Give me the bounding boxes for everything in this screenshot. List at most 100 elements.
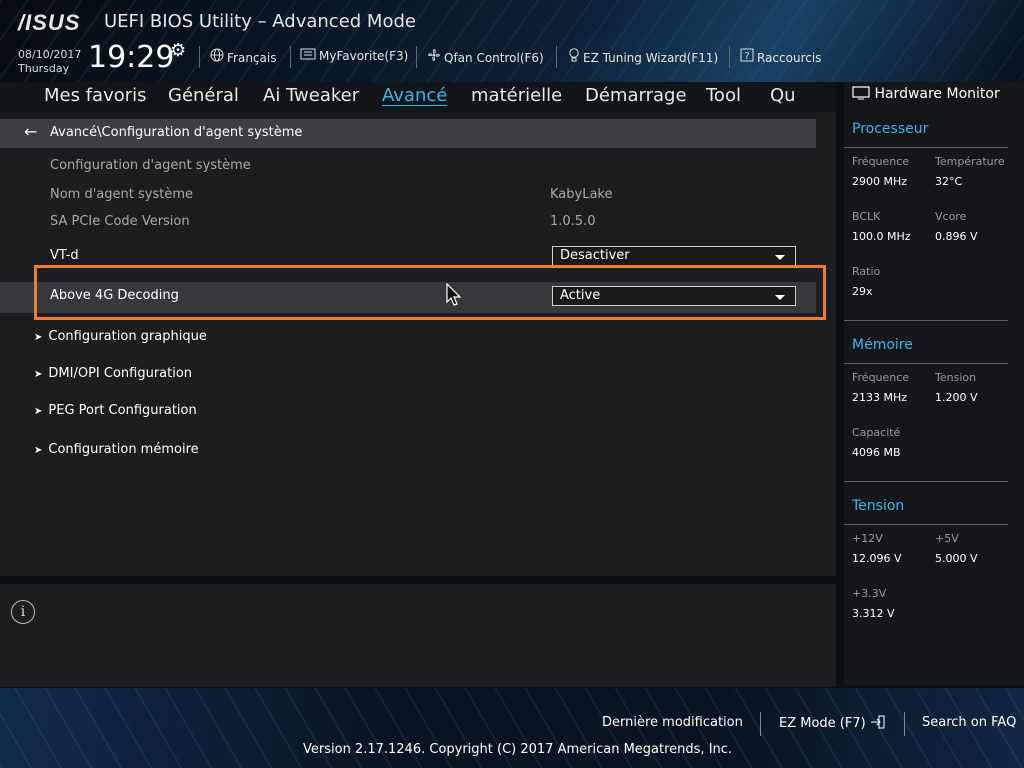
agent-name-value: KabyLake <box>550 187 613 202</box>
asus-logo: /ISUS <box>18 10 81 35</box>
tab-tool[interactable]: Tool <box>706 85 741 106</box>
monitor-icon <box>852 86 870 100</box>
submenu-label: Configuration graphique <box>48 329 207 344</box>
footer-divider <box>760 712 761 736</box>
bclk-label: BCLK <box>852 210 881 223</box>
settings-panel <box>0 112 836 576</box>
date-text: 08/10/2017 <box>18 48 82 61</box>
last-modified-button[interactable]: Dernière modification <box>602 715 743 730</box>
cpu-temp-value: 32°C <box>935 175 963 188</box>
exit-arrow-icon <box>870 715 885 729</box>
mem-freq-value: 2133 MHz <box>852 391 908 404</box>
day-text: Thursday <box>18 62 70 75</box>
v33-value: 3.312 V <box>852 607 895 620</box>
v5-value: 5.000 V <box>935 552 978 565</box>
breadcrumb: ← Avancé\Configuration d'agent système <box>0 119 816 148</box>
chevron-right-icon: ➤ <box>34 332 43 343</box>
section-divider <box>844 524 1008 525</box>
vcore-value: 0.896 V <box>935 230 978 243</box>
processor-section-title: Processeur <box>852 121 929 137</box>
ez-tuning-button[interactable]: EZ Tuning Wizard(F11) <box>568 48 718 66</box>
hardware-monitor-label: Hardware Monitor <box>874 86 1000 102</box>
svg-text:?: ? <box>744 51 749 62</box>
gear-icon[interactable]: ⚙ <box>170 40 186 61</box>
mem-capacity-label: Capacité <box>852 426 901 439</box>
mem-tension-value: 1.200 V <box>935 391 978 404</box>
memory-section-title: Mémoire <box>852 337 913 353</box>
breadcrumb-path: Avancé\Configuration d'agent système <box>50 125 303 140</box>
submenu-peg-port[interactable]: ➤ PEG Port Configuration <box>34 403 197 418</box>
help-panel <box>0 584 836 687</box>
help-icon: ? <box>740 48 754 66</box>
mem-capacity-value: 4096 MB <box>852 446 901 459</box>
v12-value: 12.096 V <box>852 552 902 565</box>
submenu-graphique[interactable]: ➤ Configuration graphique <box>34 329 207 344</box>
v12-label: +12V <box>852 532 883 545</box>
tab-general[interactable]: Général <box>168 85 239 106</box>
vcore-label: Vcore <box>935 210 967 223</box>
chevron-down-icon <box>775 255 785 260</box>
vtd-select[interactable]: Desactiver <box>552 246 796 266</box>
ratio-value: 29x <box>852 285 873 298</box>
main-tabs: Mes favoris Général Ai Tweaker Avancé ma… <box>0 82 836 112</box>
bclk-value: 100.0 MHz <box>852 230 911 243</box>
clock: 19:29 <box>88 40 175 75</box>
submenu-label: Configuration mémoire <box>48 442 199 457</box>
section-divider <box>844 320 1008 321</box>
highlight-box <box>34 265 826 320</box>
shortcuts-label: Raccourcis <box>757 51 822 65</box>
ez-mode-label: EZ Mode (F7) <box>779 716 866 731</box>
section-divider <box>844 481 1008 482</box>
app-title: UEFI BIOS Utility – Advanced Mode <box>104 11 416 32</box>
header-divider <box>556 46 557 68</box>
tab-mes-favoris[interactable]: Mes favoris <box>44 85 147 106</box>
submenu-label: DMI/OPI Configuration <box>48 366 193 381</box>
search-faq-button[interactable]: Search on FAQ <box>922 715 1016 730</box>
tab-avance[interactable]: Avancé <box>382 85 447 106</box>
pcie-version-value: 1.0.5.0 <box>550 214 596 229</box>
vtd-label: VT-d <box>50 248 79 263</box>
qfan-label: Qfan Control(F6) <box>444 51 544 65</box>
agent-name-label: Nom d'agent système <box>50 187 193 202</box>
cpu-temp-label: Température <box>935 155 1005 168</box>
info-icon: i <box>11 600 35 624</box>
header-divider <box>199 46 200 68</box>
ez-mode-button[interactable]: EZ Mode (F7) <box>779 715 886 731</box>
submenu-memoire[interactable]: ➤ Configuration mémoire <box>34 442 199 457</box>
bulb-icon <box>568 48 580 66</box>
vtd-select-value: Desactiver <box>560 248 630 263</box>
myfavorite-label: MyFavorite(F3) <box>319 49 409 63</box>
hardware-monitor-title: Hardware Monitor <box>852 86 1000 102</box>
language-label: Français <box>227 51 277 65</box>
shortcuts-button[interactable]: ? Raccourcis <box>740 48 821 66</box>
voltage-section-title: Tension <box>852 498 905 514</box>
submenu-dmi-opi[interactable]: ➤ DMI/OPI Configuration <box>34 366 192 381</box>
tab-ai-tweaker[interactable]: Ai Tweaker <box>263 85 359 106</box>
back-arrow-icon[interactable]: ← <box>24 122 37 141</box>
section-divider <box>844 363 1008 364</box>
header-divider <box>290 46 291 68</box>
language-button[interactable]: Français <box>210 48 276 66</box>
ratio-label: Ratio <box>852 265 881 278</box>
mem-freq-label: Fréquence <box>852 371 910 384</box>
date-display: 08/10/2017 Thursday <box>18 48 81 76</box>
favorite-icon <box>300 48 316 64</box>
cpu-freq-label: Fréquence <box>852 155 910 168</box>
qfan-button[interactable]: Qfan Control(F6) <box>427 48 544 66</box>
header-divider <box>729 46 730 68</box>
footer-divider <box>904 712 905 736</box>
tab-demarrage[interactable]: Démarrage <box>585 85 687 106</box>
header-divider <box>416 46 417 68</box>
globe-icon <box>210 48 224 66</box>
section-divider <box>844 147 1008 148</box>
fan-icon <box>427 48 441 66</box>
myfavorite-button[interactable]: MyFavorite(F3) <box>300 48 408 64</box>
v5-label: +5V <box>935 532 959 545</box>
chevron-right-icon: ➤ <box>34 406 43 417</box>
submenu-label: PEG Port Configuration <box>48 403 197 418</box>
mem-tension-label: Tension <box>935 371 977 384</box>
tab-quitter[interactable]: Qu <box>770 85 796 106</box>
tab-materielle[interactable]: matérielle <box>471 85 562 106</box>
copyright-text: Version 2.17.1246. Copyright (C) 2017 Am… <box>303 742 733 757</box>
section-title: Configuration d'agent système <box>50 158 251 173</box>
